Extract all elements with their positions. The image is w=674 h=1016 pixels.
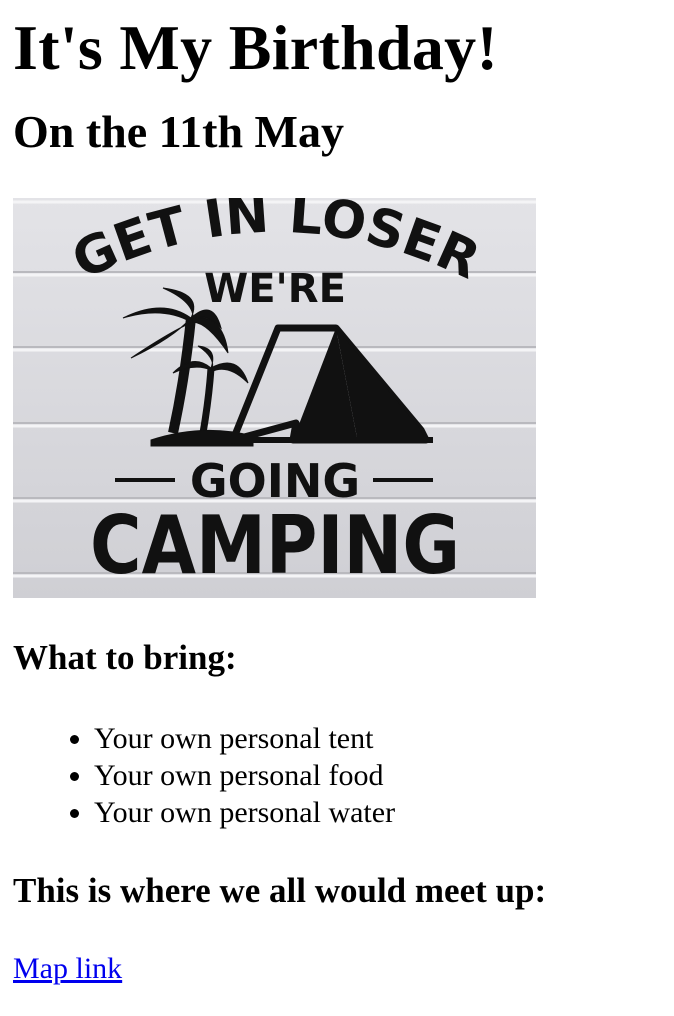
poster-line-2: WE'RE — [204, 266, 346, 312]
list-item: Your own personal tent — [94, 720, 661, 757]
poster-line-4: CAMPING — [90, 499, 460, 592]
map-link[interactable]: Map link — [13, 951, 122, 987]
page: It's My Birthday! On the 11th May GET IN… — [0, 0, 674, 987]
list-item: Your own personal food — [94, 757, 661, 794]
page-title: It's My Birthday! — [13, 12, 499, 83]
meet-heading: This is where we all would meet up: — [13, 871, 547, 910]
camping-poster-image: GET IN LOSER WE'RE GOING CAMPING — [13, 198, 536, 598]
bring-heading: What to bring: — [13, 638, 237, 677]
bring-list: Your own personal tent Your own personal… — [13, 720, 661, 831]
list-item: Your own personal water — [94, 794, 661, 831]
date-heading: On the 11th May — [13, 106, 344, 157]
